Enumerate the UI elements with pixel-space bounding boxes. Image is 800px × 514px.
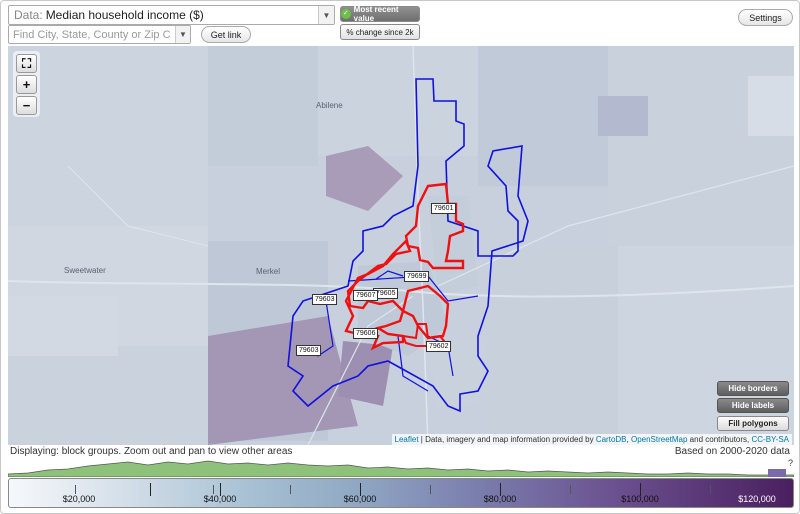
legend-tick <box>75 485 76 494</box>
settings-button[interactable]: Settings <box>738 9 793 26</box>
osm-link[interactable]: OpenStreetMap <box>631 435 687 444</box>
app-frame: Data: Median household income ($) ▼ ▼ Ge… <box>0 0 800 514</box>
map-tiles <box>8 46 794 445</box>
checkmark-icon: ✓ <box>341 9 351 19</box>
color-legend: $20,000 $40,000 $60,000 $80,000 $100,000… <box>8 478 794 508</box>
legend-tick <box>290 485 291 494</box>
zip-label-79699[interactable]: 79699 <box>404 271 430 282</box>
legend-tick <box>570 485 571 494</box>
zoom-out-button[interactable]: − <box>16 96 37 115</box>
legend-label-20000: $20,000 <box>62 494 96 504</box>
data-value: Median household income ($) <box>45 8 204 22</box>
legend-tick <box>430 485 431 494</box>
zip-label-79603[interactable]: 79603 <box>296 345 322 356</box>
most-recent-label: Most recent value <box>353 5 399 23</box>
place-label-sweetwater: Sweetwater <box>64 266 106 275</box>
legend-label-60000: $60,000 <box>343 494 377 504</box>
zoom-controls: ⛶ + − <box>13 51 40 117</box>
place-label-merkel: Merkel <box>256 267 281 276</box>
zip-label-79607[interactable]: 79607 <box>353 290 379 301</box>
zip-label-79601[interactable]: 79601 <box>431 203 457 214</box>
most-recent-value-button[interactable]: ✓ Most recent value <box>340 5 420 23</box>
get-link-button[interactable]: Get link <box>201 26 251 43</box>
zoom-in-button[interactable]: + <box>16 75 37 94</box>
legend-label-120000: $120,000 <box>738 494 776 504</box>
zip-label-79602[interactable]: 79602 <box>426 341 452 352</box>
license-link[interactable]: CC-BY-SA <box>752 435 790 444</box>
legend-label-40000: $40,000 <box>203 494 237 504</box>
value-histogram: ? <box>8 458 794 477</box>
cartodb-link[interactable]: CartoDB <box>596 435 627 444</box>
map-attribution: Leaflet | Data, imagery and map informat… <box>391 434 792 445</box>
map-canvas[interactable]: Abilene Merkel Sweetwater 79601 79699 79… <box>8 46 794 445</box>
data-select[interactable]: Data: Median household income ($) ▼ <box>8 5 335 25</box>
legend-question-mark[interactable]: ? <box>788 458 793 468</box>
place-label-abilene: Abilene <box>316 101 343 110</box>
data-prefix: Data: <box>14 8 43 22</box>
pct-change-button[interactable]: % change since 2k <box>340 24 420 40</box>
legend-label-100000: $100,000 <box>621 494 659 504</box>
legend-tick <box>710 485 711 494</box>
legend-tick <box>213 485 214 494</box>
hide-labels-button[interactable]: Hide labels <box>717 398 789 413</box>
zip-label-79606[interactable]: 79606 <box>353 328 379 339</box>
zip-label-79603-west[interactable]: 79603 <box>312 294 338 305</box>
displaying-status: Displaying: block groups. Zoom out and p… <box>10 446 293 457</box>
hide-borders-button[interactable]: Hide borders <box>717 381 789 396</box>
chevron-down-icon[interactable]: ▼ <box>175 26 190 43</box>
legend-tick <box>150 483 151 496</box>
leaflet-link[interactable]: Leaflet <box>395 435 419 444</box>
fullscreen-icon[interactable]: ⛶ <box>16 54 37 73</box>
fill-polygons-button[interactable]: Fill polygons <box>717 416 789 431</box>
chevron-down-icon[interactable]: ▼ <box>318 6 334 24</box>
legend-label-80000: $80,000 <box>483 494 517 504</box>
find-location-input[interactable] <box>8 25 191 44</box>
based-on-status: Based on 2000-2020 data <box>674 446 790 457</box>
